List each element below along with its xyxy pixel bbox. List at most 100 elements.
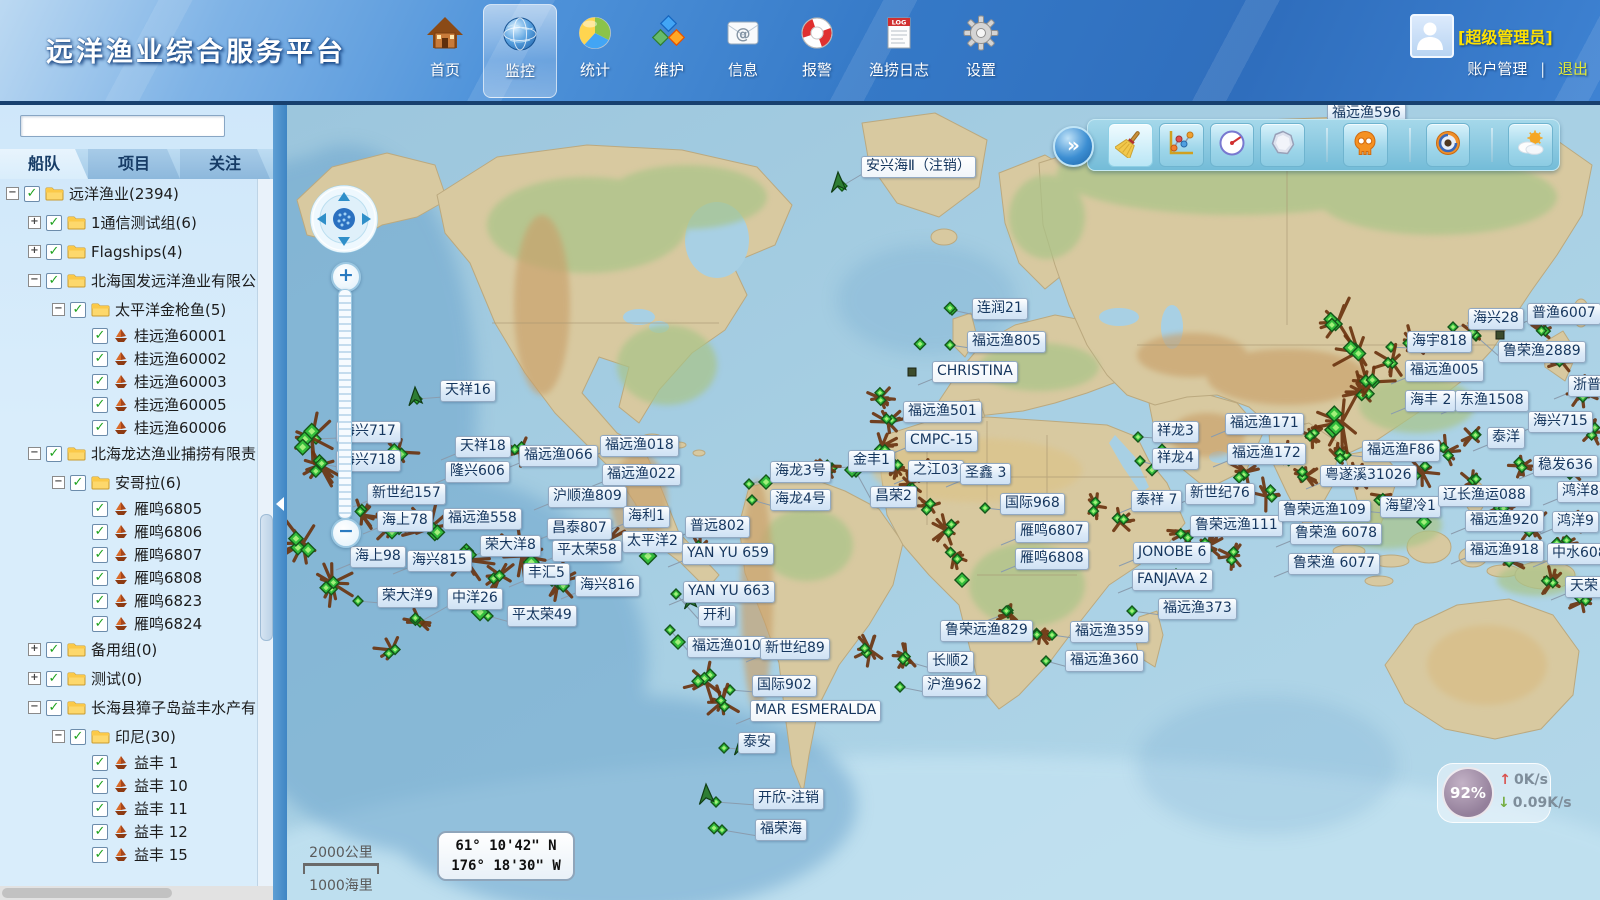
vessel-label[interactable]: 太平洋2 <box>622 531 683 553</box>
tree-item[interactable]: ✓益丰 10 <box>0 774 258 797</box>
vessel-label[interactable]: 新世纪157 <box>367 483 446 505</box>
vessel-label[interactable]: 沪顺渔809 <box>548 486 627 508</box>
tree-horizontal-scrollbar[interactable] <box>0 886 273 900</box>
tree-checkbox[interactable]: ✓ <box>46 273 62 289</box>
nav-item-info[interactable]: @ 信息 <box>707 4 779 98</box>
vessel-label[interactable]: 福远渔018 <box>600 435 679 457</box>
collapse-sidebar-icon[interactable] <box>276 497 284 511</box>
vessel-label[interactable]: FANJAVA 2 <box>1132 569 1213 591</box>
vessel-label[interactable]: 海宇818 <box>1407 331 1472 353</box>
vessel-label[interactable]: 之江03 <box>908 460 964 482</box>
vessel-label[interactable]: 海上98 <box>350 546 406 568</box>
vessel-label[interactable]: 福远渔005 <box>1405 360 1484 382</box>
vessel-label[interactable]: 福远渔066 <box>519 445 598 467</box>
tab-fleet[interactable]: 船队 <box>0 149 88 179</box>
tree-checkbox[interactable]: ✓ <box>92 755 108 771</box>
vessel-label[interactable]: 开利 <box>698 605 736 627</box>
weather-button[interactable] <box>1508 123 1553 167</box>
vessel-label[interactable]: 普渔6007 <box>1527 303 1600 325</box>
tree-item[interactable]: −✓太平洋金枪鱼(5) <box>0 295 258 324</box>
vessel-label[interactable]: 鲁荣远渔111 <box>1190 515 1283 537</box>
piracy-alert-button[interactable] <box>1343 123 1388 167</box>
vessel-label[interactable]: 国际968 <box>1000 493 1065 515</box>
tree-item[interactable]: ✓益丰 11 <box>0 797 258 820</box>
tree-checkbox[interactable]: ✓ <box>92 801 108 817</box>
tree-checkbox[interactable]: ✓ <box>46 244 62 260</box>
map-pan-control[interactable] <box>309 184 379 254</box>
tree-item[interactable]: −✓北海龙达渔业捕捞有限责 <box>0 439 258 468</box>
nav-item-stats[interactable]: 统计 <box>559 4 631 98</box>
vessel-label[interactable]: 福远渔805 <box>967 331 1046 353</box>
tree-item[interactable]: ✓雁鸣6806 <box>0 520 258 543</box>
vessel-label[interactable]: 昌泰807 <box>547 518 612 540</box>
tree-checkbox[interactable]: ✓ <box>92 501 108 517</box>
area-select-button[interactable] <box>1260 123 1305 167</box>
vessel-label[interactable]: 圣鑫 3 <box>960 463 1011 485</box>
vessel-label[interactable]: 荣大洋9 <box>377 586 438 608</box>
toolbar-collapse-button[interactable]: » <box>1053 126 1094 167</box>
vessel-label[interactable]: 泰洋 <box>1487 427 1525 449</box>
tree-expander-minus[interactable]: − <box>52 730 65 743</box>
vessel-label[interactable]: 鲁荣远渔109 <box>1278 500 1371 522</box>
vessel-label[interactable]: 福远渔022 <box>602 464 681 486</box>
tree-item[interactable]: +✓备用组(0) <box>0 635 258 664</box>
vessel-label[interactable]: 浙普 <box>1568 375 1600 397</box>
tree-item[interactable]: −✓远洋渔业(2394) <box>0 179 258 208</box>
tree-item[interactable]: ✓桂远渔60001 <box>0 324 258 347</box>
tree-expander-minus[interactable]: − <box>6 187 19 200</box>
vessel-label[interactable]: 福远渔373 <box>1158 598 1237 620</box>
nav-item-fishing-log[interactable]: LOG 渔捞日志 <box>855 4 943 98</box>
tree-checkbox[interactable]: ✓ <box>24 186 40 202</box>
tree-item[interactable]: ✓益丰 1 <box>0 751 258 774</box>
tree-checkbox[interactable]: ✓ <box>46 446 62 462</box>
vessel-label[interactable]: 平太荣58 <box>552 540 622 562</box>
tab-follow[interactable]: 关注 <box>180 149 270 179</box>
tree-checkbox[interactable]: ✓ <box>70 729 86 745</box>
vessel-label[interactable]: 泰祥 7 <box>1131 490 1182 512</box>
logout-link[interactable]: 退出 <box>1558 60 1588 78</box>
vessel-label[interactable]: 雁鸣6808 <box>1015 548 1089 570</box>
nav-item-monitor[interactable]: 监控 <box>483 4 557 98</box>
vessel-label[interactable]: 祥龙3 <box>1152 421 1199 443</box>
nav-item-maintain[interactable]: 维护 <box>633 4 705 98</box>
vessel-label[interactable]: 福远渔918 <box>1465 540 1544 562</box>
vessel-label[interactable]: 福荣海 <box>755 819 807 841</box>
vessel-label[interactable]: 昌荣2 <box>870 486 917 508</box>
vessel-label[interactable]: 海上78 <box>377 510 433 532</box>
vessel-label[interactable]: YAN YU 663 <box>683 581 775 603</box>
tree-checkbox[interactable]: ✓ <box>92 616 108 632</box>
tree-checkbox[interactable]: ✓ <box>70 475 86 491</box>
vessel-label[interactable]: 海龙4号 <box>770 489 831 511</box>
tree-checkbox[interactable]: ✓ <box>92 374 108 390</box>
vessel-label[interactable]: 辽长渔运088 <box>1438 485 1531 507</box>
vessel-label[interactable]: 福远渔360 <box>1065 650 1144 672</box>
vessel-label[interactable]: 鲁荣渔 6078 <box>1290 523 1382 545</box>
tree-checkbox[interactable]: ✓ <box>92 397 108 413</box>
tree-item[interactable]: ✓益丰 15 <box>0 843 258 866</box>
tree-checkbox[interactable]: ✓ <box>92 593 108 609</box>
vessel-label[interactable]: 鲁荣渔 6077 <box>1288 553 1380 575</box>
vessel-label[interactable]: 中洋26 <box>447 588 503 610</box>
vessel-label[interactable]: 丰汇5 <box>523 563 570 585</box>
tree-expander-minus[interactable]: − <box>52 476 65 489</box>
vessel-label[interactable]: 祥龙4 <box>1152 448 1199 470</box>
vessel-label[interactable]: 平太荣49 <box>507 605 577 627</box>
vessel-label[interactable]: 泰安 <box>738 732 776 754</box>
vessel-label[interactable]: 连润21 <box>972 298 1028 320</box>
tree-item[interactable]: ✓雁鸣6807 <box>0 543 258 566</box>
scrollbar-thumb[interactable] <box>260 514 273 641</box>
sidebar-splitter[interactable] <box>273 105 287 900</box>
nav-item-settings[interactable]: 设置 <box>945 4 1017 98</box>
vessel-label[interactable]: CHRISTINA <box>932 361 1018 383</box>
vessel-label[interactable]: 新世纪89 <box>760 638 830 660</box>
tree-expander-plus[interactable]: + <box>28 216 41 229</box>
vessel-label[interactable]: 海利1 <box>623 506 670 528</box>
tree-checkbox[interactable]: ✓ <box>92 420 108 436</box>
vessel-label[interactable]: CMPC-15 <box>905 430 978 452</box>
vessel-label[interactable]: 长顺2 <box>927 651 974 673</box>
vessel-label[interactable]: 国际902 <box>752 675 817 697</box>
tree-checkbox[interactable]: ✓ <box>46 671 62 687</box>
vessel-label[interactable]: 鲁荣渔2889 <box>1498 341 1586 363</box>
vessel-label[interactable]: 安兴海Ⅱ（注销） <box>861 156 976 178</box>
vessel-label[interactable]: 海兴816 <box>575 575 640 597</box>
